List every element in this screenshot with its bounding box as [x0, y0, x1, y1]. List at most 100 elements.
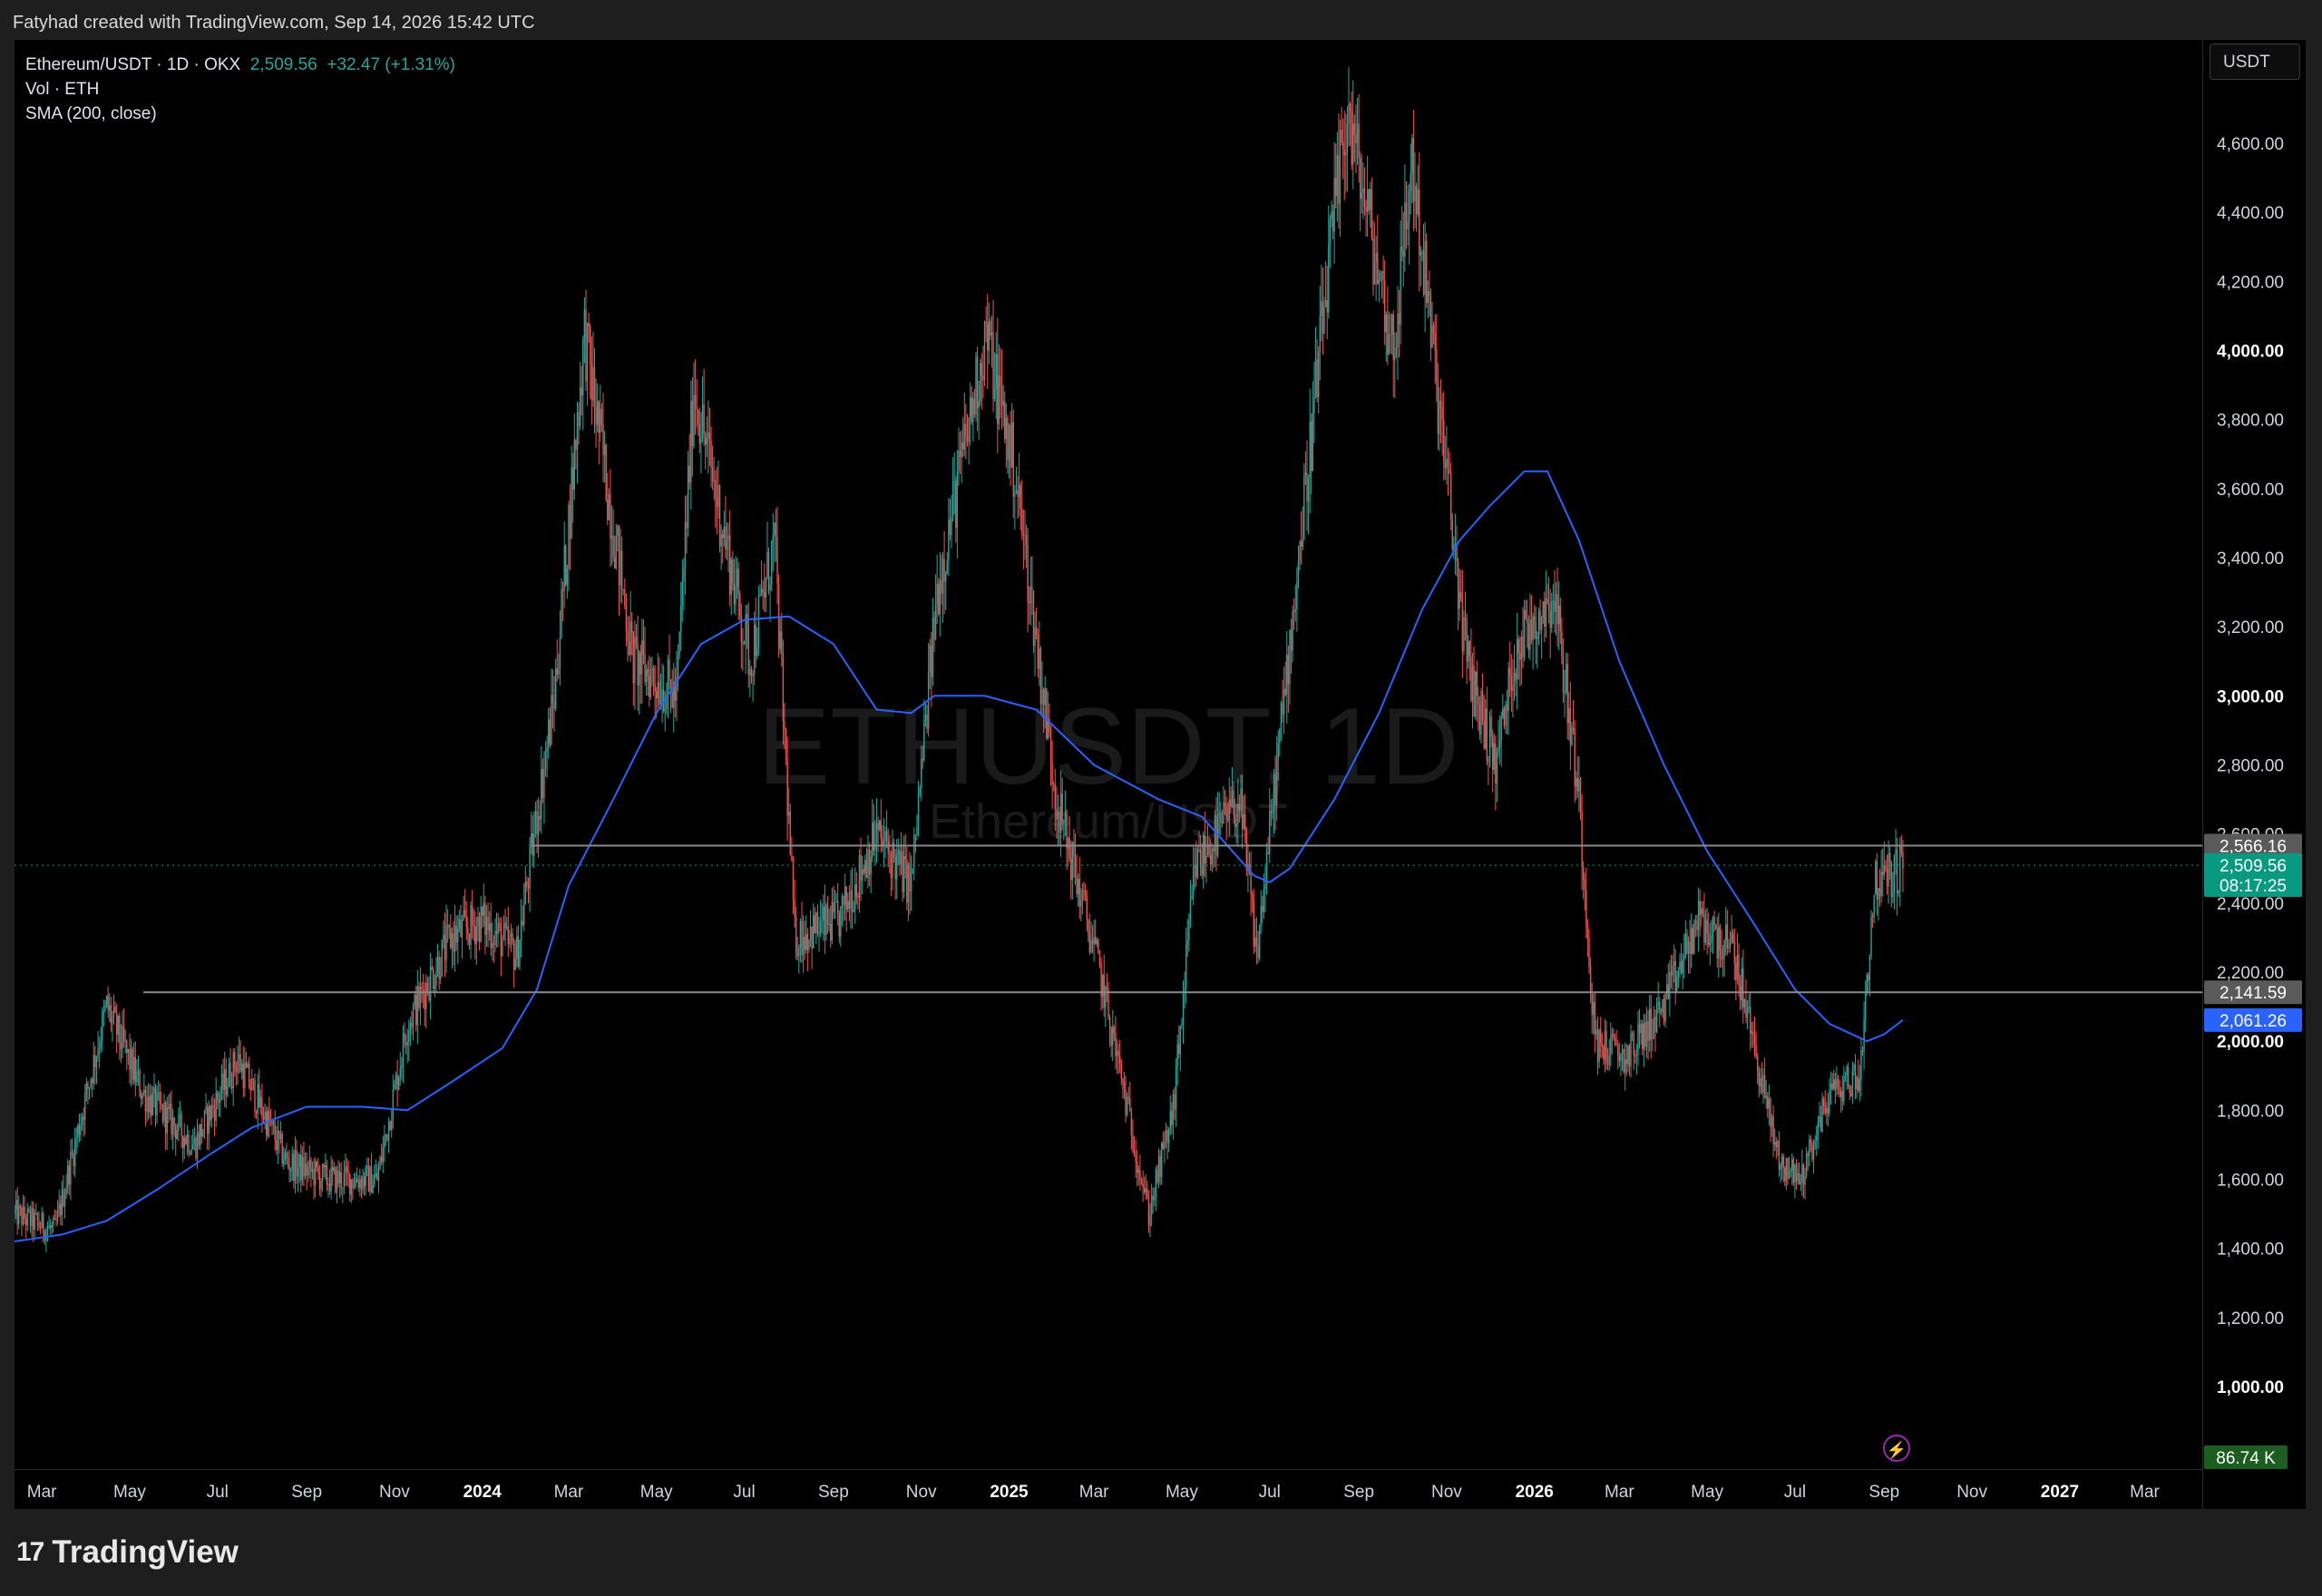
candle-body — [864, 860, 866, 873]
candle-body — [874, 843, 876, 851]
candle-body — [421, 987, 423, 989]
candle-body — [234, 1052, 236, 1069]
candle-body — [1677, 969, 1680, 977]
candle-body — [303, 1156, 305, 1176]
candle-body — [1640, 1024, 1642, 1034]
candle-body — [1753, 1034, 1756, 1045]
candle-body — [404, 1033, 405, 1043]
candle-body — [745, 614, 746, 644]
candle-body — [752, 674, 754, 676]
candle-body — [1611, 1033, 1614, 1036]
lightning-icon[interactable]: ⚡ — [1883, 1435, 1910, 1462]
price-tick-label: 3,400.00 — [2217, 550, 2284, 569]
candle-body — [1762, 1075, 1764, 1093]
candle-body — [1412, 138, 1415, 202]
candle-body — [870, 857, 872, 875]
candle-body — [1585, 889, 1587, 928]
candle-body — [1020, 484, 1021, 509]
candle-body — [652, 668, 655, 684]
candle-body — [1554, 600, 1556, 612]
candle-body — [1687, 941, 1690, 954]
candle-body — [701, 404, 704, 439]
candle-body — [1068, 838, 1070, 859]
candle-body — [1513, 673, 1516, 685]
price-chart[interactable]: ETHUSDT, 1DEthereum/USDT 1,000.001,200.0… — [15, 40, 2306, 1509]
candle-body — [245, 1062, 248, 1068]
candle-body — [1847, 1066, 1849, 1087]
candle-body — [296, 1150, 298, 1177]
candle-body — [1635, 1055, 1638, 1056]
candle-body — [376, 1173, 378, 1181]
candle-body — [1655, 1003, 1658, 1032]
candle-body — [725, 526, 727, 550]
candle-body — [61, 1189, 63, 1216]
candle-body — [1274, 774, 1276, 805]
candle-body — [884, 831, 886, 842]
currency-button[interactable]: USDT — [2210, 44, 2300, 80]
candle-body — [49, 1225, 52, 1228]
candle-body — [1235, 823, 1237, 827]
candle-body — [455, 925, 457, 943]
candle-body — [473, 924, 474, 927]
candle-body — [1716, 929, 1718, 959]
candle-body — [1709, 942, 1711, 946]
candle-body — [415, 995, 417, 1026]
candle-body — [614, 557, 616, 569]
candle-body — [887, 841, 889, 853]
candle-body — [502, 922, 505, 940]
candle-body — [1090, 939, 1092, 952]
candle-body — [1792, 1159, 1795, 1183]
candle-body — [362, 1176, 364, 1190]
candle-body — [1576, 777, 1579, 792]
candle-body — [323, 1163, 325, 1168]
candle-body — [1693, 921, 1695, 954]
candle-body — [1417, 189, 1419, 215]
candle-body — [1785, 1158, 1788, 1182]
candle-body — [845, 886, 847, 910]
candle-body — [133, 1056, 135, 1080]
candle-body — [1574, 729, 1576, 786]
sma-indicator-label[interactable]: SMA (200, close) — [25, 102, 455, 126]
candle-body — [43, 1212, 44, 1233]
candle-body — [349, 1173, 351, 1195]
candle-body — [737, 569, 739, 595]
candle-body — [1096, 939, 1098, 944]
candle-body — [588, 323, 590, 326]
candle-body — [1774, 1142, 1776, 1145]
candle-body — [764, 591, 766, 598]
candle-body — [831, 901, 834, 941]
candle-body — [492, 943, 493, 949]
candle-body — [1260, 906, 1262, 926]
candle-body — [1652, 1037, 1654, 1040]
candle-body — [171, 1117, 174, 1134]
candle-body — [1142, 1183, 1144, 1188]
candle-body — [360, 1179, 363, 1190]
candle-body — [561, 589, 564, 591]
candle-body — [1873, 894, 1875, 918]
candle-body — [435, 973, 437, 986]
candle-body — [565, 545, 567, 585]
symbol-line[interactable]: Ethereum/USDT · 1D · OKX 2,509.56 +32.47… — [25, 53, 455, 77]
candle-body — [590, 363, 593, 401]
candle-body — [1885, 864, 1887, 870]
candle-body — [1264, 884, 1266, 890]
candle-body — [169, 1104, 171, 1109]
volume-indicator-label[interactable]: Vol · ETH — [25, 77, 455, 102]
candle-body — [1551, 601, 1553, 628]
candle-body — [338, 1172, 341, 1184]
candle-body — [953, 481, 955, 482]
candle-body — [264, 1112, 266, 1120]
candle-body — [1712, 917, 1714, 936]
candle-body — [1644, 1022, 1646, 1047]
candle-body — [1007, 417, 1009, 461]
candle-body — [1234, 814, 1236, 827]
candle-body — [382, 1147, 384, 1163]
symbol-label[interactable]: Ethereum/USDT · 1D · OKX — [25, 55, 240, 74]
candle-body — [1784, 1167, 1786, 1182]
candle-body — [637, 643, 639, 686]
candle-body — [576, 412, 579, 450]
candle-body — [1750, 1007, 1751, 1034]
chart-area[interactable]: ETHUSDT, 1D Ethereum/USDT 1,000.00 1,200.0… — [15, 40, 2306, 1509]
candle-body — [715, 480, 717, 498]
candle-body — [516, 936, 518, 959]
